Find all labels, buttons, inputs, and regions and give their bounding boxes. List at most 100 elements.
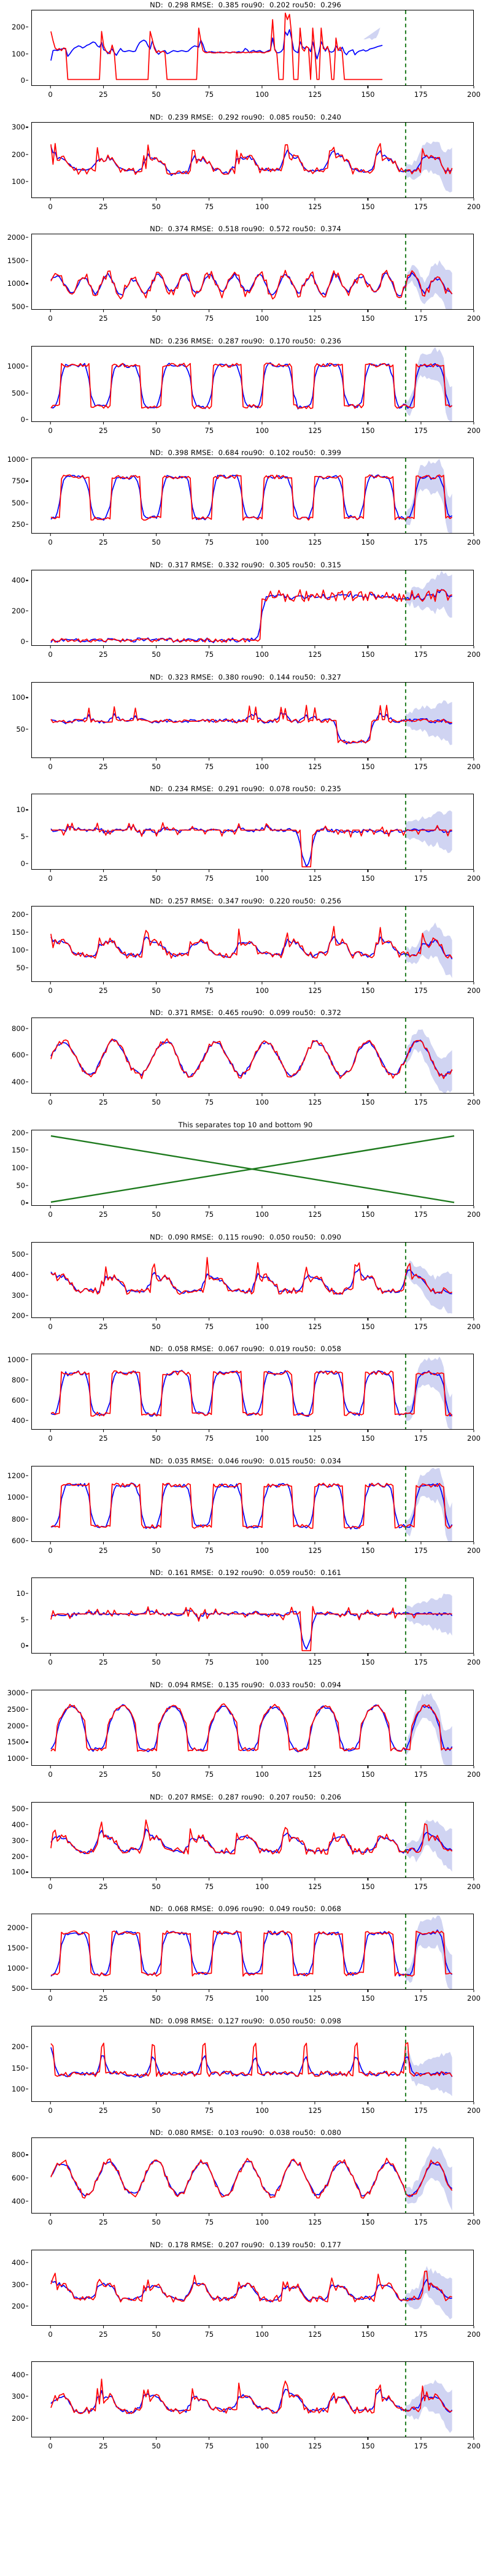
x-tick-label: 75 bbox=[204, 650, 214, 659]
x-tick-label: 150 bbox=[361, 1658, 375, 1667]
x-tick-label: 100 bbox=[255, 2329, 269, 2339]
plot-area bbox=[31, 1129, 474, 1206]
panel-metrics-title: ND: 0.207 RMSE: 0.287 rou90: 0.207 rou50… bbox=[150, 1792, 341, 1801]
x-tick-label: 25 bbox=[98, 1882, 108, 1891]
y-tick-label: 300 bbox=[12, 2280, 25, 2289]
actual-series-line bbox=[50, 12, 383, 80]
plot-area bbox=[31, 234, 474, 310]
y-axis: 0 5 10 bbox=[0, 1577, 28, 1654]
x-tick-label: 150 bbox=[361, 202, 375, 211]
separator-note: This separates top 10 and bottom 90 bbox=[178, 1120, 313, 1129]
x-tick-label: 100 bbox=[255, 1098, 269, 1107]
confidence-band bbox=[405, 1819, 452, 1872]
x-tick-label: 0 bbox=[48, 202, 53, 211]
y-tick-label: 150 bbox=[12, 2063, 25, 2072]
x-tick-label: 200 bbox=[467, 986, 481, 995]
x-tick-label: 25 bbox=[98, 1322, 108, 1331]
x-tick-label: 75 bbox=[204, 90, 214, 99]
x-tick-label: 125 bbox=[308, 2218, 322, 2227]
x-tick-label: 50 bbox=[152, 2218, 161, 2227]
y-axis: 400 600 800 bbox=[0, 1018, 28, 1094]
y-tick-label: 100 bbox=[12, 1163, 25, 1172]
actual-series-line bbox=[50, 270, 453, 300]
x-tick-label: 50 bbox=[152, 1098, 161, 1107]
x-axis: 0 25 50 75 100 125 150 175 200 bbox=[31, 1990, 481, 2006]
x-tick-label: 50 bbox=[152, 1994, 161, 2003]
x-tick-label: 125 bbox=[308, 426, 322, 435]
y-tick-label: 500 bbox=[12, 498, 25, 507]
x-tick-label: 50 bbox=[152, 874, 161, 883]
confidence-band bbox=[405, 1029, 452, 1094]
x-tick-label: 150 bbox=[361, 538, 375, 547]
y-tick-label: 500 bbox=[12, 388, 25, 397]
x-tick-label: 25 bbox=[98, 2442, 108, 2451]
x-tick-label: 100 bbox=[255, 2442, 269, 2451]
x-tick-label: 100 bbox=[255, 1322, 269, 1331]
forecast-panel: ND: 0.058 RMSE: 0.067 rou90: 0.019 rou50… bbox=[0, 1344, 491, 1456]
x-tick-label: 125 bbox=[308, 1322, 322, 1331]
x-tick-label: 50 bbox=[152, 762, 161, 771]
x-tick-label: 75 bbox=[204, 2106, 214, 2115]
prediction-series-line bbox=[50, 2279, 452, 2302]
x-tick-label: 125 bbox=[308, 1769, 322, 1779]
y-axis: 600 800 1000 1200 bbox=[0, 1466, 28, 1545]
x-tick-label: 0 bbox=[48, 1322, 53, 1331]
y-tick-label: 10 bbox=[16, 1589, 25, 1598]
x-tick-label: 175 bbox=[414, 1994, 428, 2003]
y-tick-label: 200 bbox=[12, 606, 25, 615]
actual-series-line bbox=[50, 2042, 453, 2077]
panel-metrics-title: ND: 0.058 RMSE: 0.067 rou90: 0.019 rou50… bbox=[150, 1344, 341, 1354]
y-axis: 200 300 400 500 bbox=[0, 1242, 28, 1321]
y-axis: 100 200 300 400 500 bbox=[0, 1802, 28, 1878]
y-tick-label: 50 bbox=[16, 963, 25, 972]
x-tick-label: 100 bbox=[255, 1209, 269, 1219]
x-tick-label: 150 bbox=[361, 1882, 375, 1891]
x-tick-label: 150 bbox=[361, 986, 375, 995]
x-tick-label: 175 bbox=[414, 762, 428, 771]
x-tick-label: 175 bbox=[414, 90, 428, 99]
x-tick-label: 100 bbox=[255, 90, 269, 99]
x-axis: 0 25 50 75 100 125 150 175 200 bbox=[31, 86, 481, 102]
panel-metrics-title: ND: 0.080 RMSE: 0.103 rou90: 0.038 rou50… bbox=[150, 2128, 341, 2137]
y-tick-label: 800 bbox=[12, 1024, 25, 1033]
x-tick-label: 150 bbox=[361, 426, 375, 435]
x-tick-label: 125 bbox=[308, 762, 322, 771]
x-axis: 0 25 50 75 100 125 150 175 200 bbox=[31, 1094, 481, 1110]
x-tick-label: 0 bbox=[48, 1434, 53, 1443]
y-tick-label: 200 bbox=[12, 910, 25, 919]
y-tick-label: 200 bbox=[12, 1311, 25, 1321]
forecast-panel: 200 300 400 0 25 50 75 100 125 150 175 200 bbox=[0, 2352, 491, 2464]
x-tick-label: 125 bbox=[308, 1098, 322, 1107]
x-tick-label: 100 bbox=[255, 1882, 269, 1891]
y-axis: 50 100 150 200 bbox=[0, 906, 28, 982]
x-tick-label: 125 bbox=[308, 1546, 322, 1555]
plot-area bbox=[31, 458, 474, 534]
x-tick-label: 75 bbox=[204, 314, 214, 323]
x-tick-label: 175 bbox=[414, 874, 428, 883]
x-tick-label: 150 bbox=[361, 2106, 375, 2115]
forecast-panel: ND: 0.239 RMSE: 0.292 rou90: 0.085 rou50… bbox=[0, 112, 491, 224]
x-tick-label: 150 bbox=[361, 314, 375, 323]
x-axis: 0 25 50 75 100 125 150 175 200 bbox=[31, 870, 481, 886]
x-axis: 0 25 50 75 100 125 150 175 200 bbox=[31, 646, 481, 662]
x-tick-label: 150 bbox=[361, 2218, 375, 2227]
forecast-panel: ND: 0.298 RMSE: 0.385 rou90: 0.202 rou50… bbox=[0, 0, 491, 112]
x-tick-label: 25 bbox=[98, 202, 108, 211]
x-tick-label: 50 bbox=[152, 2329, 161, 2339]
x-axis: 0 25 50 75 100 125 150 175 200 bbox=[31, 1206, 481, 1222]
plot-area bbox=[31, 2361, 474, 2438]
panel-metrics-title: ND: 0.257 RMSE: 0.347 rou90: 0.220 rou50… bbox=[150, 896, 341, 905]
x-tick-label: 175 bbox=[414, 986, 428, 995]
y-tick-label: 600 bbox=[12, 1396, 25, 1405]
y-tick-label: 2000 bbox=[7, 1721, 25, 1730]
x-axis: 0 25 50 75 100 125 150 175 200 bbox=[31, 1878, 481, 1894]
x-tick-label: 25 bbox=[98, 986, 108, 995]
x-tick-label: 200 bbox=[467, 1434, 481, 1443]
x-tick-label: 100 bbox=[255, 538, 269, 547]
panel-metrics-title: ND: 0.371 RMSE: 0.465 rou90: 0.099 rou50… bbox=[150, 1008, 341, 1018]
panel-metrics-title: ND: 0.236 RMSE: 0.287 rou90: 0.170 rou50… bbox=[150, 336, 341, 345]
x-tick-label: 25 bbox=[98, 1434, 108, 1443]
x-axis: 0 25 50 75 100 125 150 175 200 bbox=[31, 2437, 481, 2453]
panel-metrics-title: ND: 0.178 RMSE: 0.207 rou90: 0.139 rou50… bbox=[150, 2240, 341, 2249]
y-tick-label: 300 bbox=[12, 1836, 25, 1845]
